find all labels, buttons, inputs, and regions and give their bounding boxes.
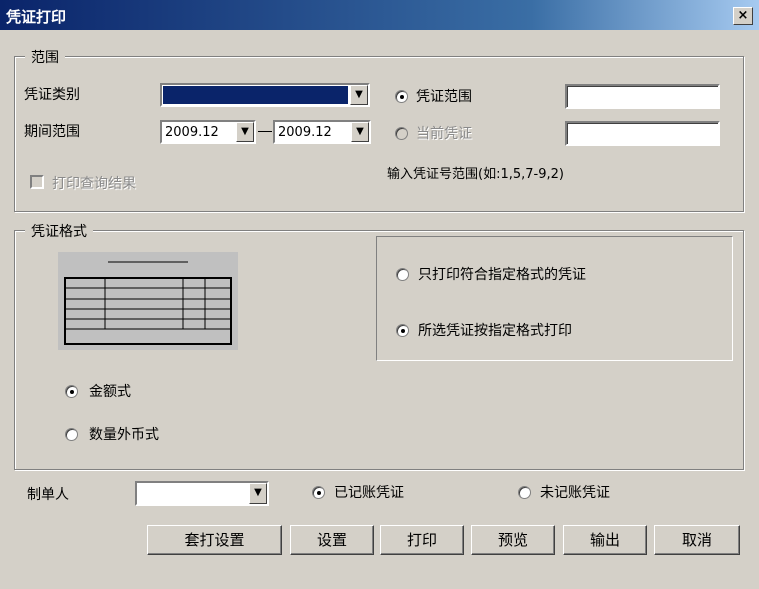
voucher-grid-icon (64, 261, 232, 345)
period-from-select[interactable]: 2009.12 ▼ (160, 120, 256, 144)
print-query-label[interactable]: 打印查询结果 (52, 173, 136, 193)
selection-highlight (163, 86, 348, 104)
only-match-radio[interactable] (396, 268, 409, 281)
dropdown-arrow-icon[interactable]: ▼ (249, 483, 267, 504)
title-bar[interactable]: 凭证打印 × (0, 0, 759, 30)
cancel-button[interactable]: 取消 (654, 525, 740, 555)
window-title: 凭证打印 (6, 8, 67, 26)
print-query-checkbox[interactable] (30, 175, 44, 189)
range-dash (258, 131, 272, 132)
close-button[interactable]: × (733, 7, 753, 25)
voucher-type-label: 凭证类别 (24, 87, 80, 103)
template-settings-button[interactable]: 套打设置 (147, 525, 282, 555)
dropdown-arrow-icon[interactable]: ▼ (236, 122, 254, 142)
amount-style-radio[interactable] (65, 385, 78, 398)
export-button[interactable]: 输出 (563, 525, 647, 555)
current-voucher-radio[interactable] (395, 127, 408, 140)
voucher-format-preview (58, 252, 238, 350)
qty-style-radio[interactable] (65, 428, 78, 441)
period-to-value: 2009.12 (278, 125, 332, 140)
voucher-range-radio[interactable] (395, 90, 408, 103)
posted-label[interactable]: 已记账凭证 (334, 482, 404, 502)
current-voucher-label[interactable]: 当前凭证 (416, 123, 472, 143)
unposted-label[interactable]: 未记账凭证 (540, 482, 610, 502)
settings-button[interactable]: 设置 (290, 525, 374, 555)
only-match-label[interactable]: 只打印符合指定格式的凭证 (418, 264, 586, 284)
maker-label: 制单人 (27, 487, 69, 503)
print-button[interactable]: 打印 (380, 525, 464, 555)
range-hint: 输入凭证号范围(如:1,5,7-9,2) (387, 167, 564, 182)
current-voucher-input[interactable] (565, 121, 720, 146)
qty-style-label[interactable]: 数量外币式 (89, 424, 159, 444)
voucher-range-label[interactable]: 凭证范围 (416, 86, 472, 106)
maker-select[interactable]: ▼ (135, 481, 269, 506)
dropdown-arrow-icon[interactable]: ▼ (350, 85, 368, 105)
all-by-format-radio[interactable] (396, 324, 409, 337)
amount-style-label[interactable]: 金额式 (89, 381, 131, 401)
period-from-value: 2009.12 (165, 125, 219, 140)
period-range-label: 期间范围 (24, 124, 80, 140)
range-legend: 范围 (25, 47, 65, 67)
format-option-panel (376, 236, 733, 361)
posted-radio[interactable] (312, 486, 325, 499)
dropdown-arrow-icon[interactable]: ▼ (351, 122, 369, 142)
voucher-range-input[interactable] (565, 84, 720, 109)
preview-button[interactable]: 预览 (471, 525, 555, 555)
period-to-select[interactable]: 2009.12 ▼ (273, 120, 371, 144)
voucher-print-dialog: 凭证打印 × 范围 凭证类别 ▼ 期间范围 2009.12 ▼ 2009.12 … (0, 0, 759, 589)
all-by-format-label[interactable]: 所选凭证按指定格式打印 (418, 320, 572, 340)
voucher-type-select[interactable]: ▼ (160, 83, 370, 107)
unposted-radio[interactable] (518, 486, 531, 499)
format-legend: 凭证格式 (25, 221, 93, 241)
